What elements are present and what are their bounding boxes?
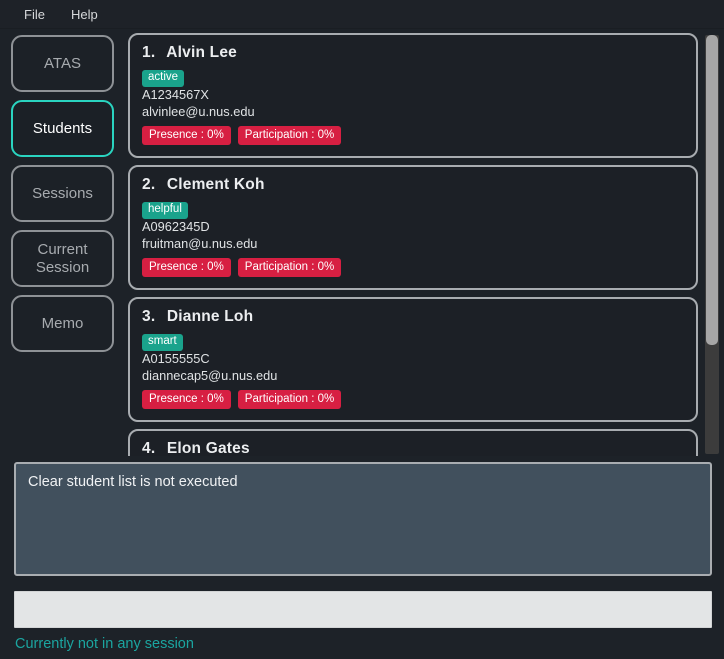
application-window: File Help ATAS Students Sessions Current… xyxy=(0,0,724,659)
student-card[interactable]: 4. Elon Gates A0123123X xyxy=(128,429,698,456)
presence-badge: Presence : 0% xyxy=(142,257,231,278)
menu-item-help[interactable]: Help xyxy=(61,4,108,25)
student-card-title: 3. Dianne Loh xyxy=(142,308,684,326)
student-metrics-row: Presence : 0% Participation : 0% xyxy=(142,125,684,146)
main-body: ATAS Students Sessions Current Session M… xyxy=(0,29,724,456)
student-name: Clement Koh xyxy=(166,176,265,194)
student-index: 1. xyxy=(142,44,156,61)
result-display: Clear student list is not executed xyxy=(14,462,712,576)
student-id: A0962345D xyxy=(142,219,210,235)
student-index: 3. xyxy=(142,308,156,326)
presence-badge: Presence : 0% xyxy=(142,125,231,146)
student-email: alvinlee@u.nus.edu xyxy=(142,103,255,119)
sidebar: ATAS Students Sessions Current Session M… xyxy=(0,29,124,456)
bottom-panel: Clear student list is not executed Curre… xyxy=(0,456,724,659)
menu-item-file[interactable]: File xyxy=(14,4,55,25)
sidebar-item-atas[interactable]: ATAS xyxy=(11,35,114,92)
sidebar-item-sessions[interactable]: Sessions xyxy=(11,165,114,222)
student-list[interactable]: 1. Alvin Lee active A1234567X alvinlee@u… xyxy=(128,33,724,456)
student-index: 4. xyxy=(142,440,156,456)
student-card[interactable]: 1. Alvin Lee active A1234567X alvinlee@u… xyxy=(128,33,698,159)
participation-badge: Participation : 0% xyxy=(237,257,342,278)
command-input[interactable] xyxy=(14,591,712,628)
student-card-title: 1. Alvin Lee xyxy=(142,44,684,62)
student-tag-row: helpful xyxy=(142,199,684,219)
student-card-title: 4. Elon Gates xyxy=(142,440,684,456)
student-id: A1234567X xyxy=(142,87,209,102)
student-tag: smart xyxy=(142,334,183,352)
sidebar-item-memo[interactable]: Memo xyxy=(11,295,114,352)
student-email: fruitman@u.nus.edu xyxy=(142,236,258,252)
menu-bar: File Help xyxy=(0,0,724,29)
student-tag: active xyxy=(142,70,185,87)
student-name: Alvin Lee xyxy=(166,44,237,61)
sidebar-item-students[interactable]: Students xyxy=(11,100,114,157)
student-tag-row: smart xyxy=(142,331,684,352)
student-metrics-row: Presence : 0% Participation : 0% xyxy=(142,257,684,278)
student-tag: helpful xyxy=(142,202,188,219)
presence-badge: Presence : 0% xyxy=(142,390,231,410)
student-name: Dianne Loh xyxy=(166,308,254,326)
student-id: A0155555C xyxy=(142,351,210,367)
student-card[interactable]: 2. Clement Koh helpful A0962345D fruitma… xyxy=(128,165,698,291)
student-card[interactable]: 3. Dianne Loh smart A0155555C diannecap5… xyxy=(128,297,698,423)
student-list-region: 1. Alvin Lee active A1234567X alvinlee@u… xyxy=(124,29,724,456)
student-email: diannecap5@u.nus.edu xyxy=(142,368,278,384)
student-index: 2. xyxy=(142,176,156,194)
student-tag-row: active xyxy=(142,67,684,87)
scrollbar-thumb[interactable] xyxy=(706,35,718,346)
student-name: Elon Gates xyxy=(166,440,250,456)
student-metrics-row: Presence : 0% Participation : 0% xyxy=(142,390,684,410)
student-list-scrollbar[interactable] xyxy=(705,35,719,454)
sidebar-item-current-session[interactable]: Current Session xyxy=(11,230,114,287)
participation-badge: Participation : 0% xyxy=(237,390,342,410)
participation-badge: Participation : 0% xyxy=(237,125,342,146)
status-bar-text: Currently not in any session xyxy=(15,636,194,652)
student-card-title: 2. Clement Koh xyxy=(142,176,684,194)
